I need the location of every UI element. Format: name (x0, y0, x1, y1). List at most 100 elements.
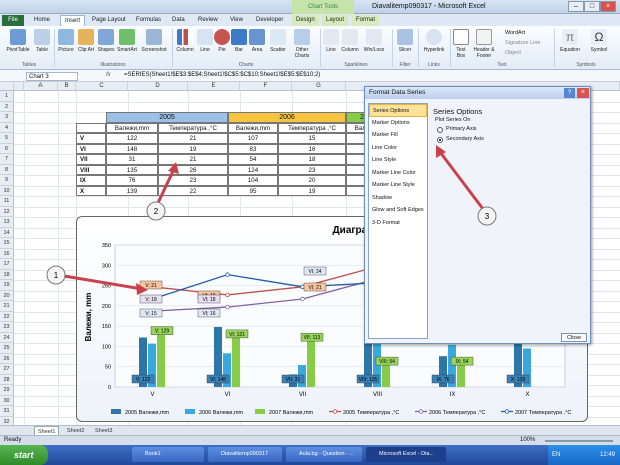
row-header[interactable]: 28 (0, 374, 14, 385)
row-header[interactable]: 10 (0, 185, 14, 196)
row-header[interactable]: 11 (0, 196, 14, 207)
table-cell[interactable]: 104 (228, 175, 278, 186)
table-cell[interactable]: 148 (106, 143, 158, 154)
tab-data[interactable]: Data (168, 15, 189, 26)
column-header-cell[interactable]: Температура ,°C (158, 122, 228, 133)
row-header[interactable]: 24 (0, 332, 14, 343)
row-header[interactable]: 1 (0, 91, 14, 102)
row-header[interactable]: 4 (0, 122, 14, 133)
dialog-category-item[interactable]: Marker Line Style (369, 179, 427, 192)
tab-review[interactable]: Review (194, 15, 222, 26)
row-header[interactable]: 31 (0, 406, 14, 417)
pivottable-button[interactable]: PivotTable (4, 29, 32, 53)
column-header[interactable]: C (76, 82, 128, 91)
dialog-category-item[interactable]: Marker Options (369, 117, 427, 130)
other-charts-button[interactable]: Other Charts (290, 29, 314, 59)
table-cell[interactable]: 31 (106, 154, 158, 165)
tab-developer[interactable]: Developer (252, 15, 287, 26)
maximize-button[interactable]: □ (584, 1, 600, 12)
shapes-button[interactable]: Shapes (96, 29, 116, 53)
sparkline-winloss-button[interactable]: Win/Loss (361, 29, 387, 53)
header-footer-button[interactable]: Header & Footer (471, 29, 497, 59)
dialog-category-item[interactable]: Shadow (369, 192, 427, 205)
table-cell[interactable]: 22 (158, 185, 228, 196)
table-cell[interactable]: 23 (158, 175, 228, 186)
table-cell[interactable]: 76 (106, 175, 158, 186)
object-button[interactable]: Object (505, 50, 521, 56)
signature-line-button[interactable]: Signature Line (505, 40, 540, 46)
column-header[interactable]: F (240, 82, 292, 91)
row-header[interactable]: 32 (0, 416, 14, 425)
column-header[interactable]: G (292, 82, 346, 91)
row-header[interactable]: 2 (0, 101, 14, 112)
tab-file[interactable]: File (2, 15, 24, 26)
symbol-button[interactable]: Ω Symbol (586, 29, 612, 53)
table-cell[interactable]: 19 (158, 143, 228, 154)
close-window-button[interactable]: × (600, 1, 616, 12)
month-cell[interactable]: X (76, 185, 106, 196)
fx-icon[interactable]: fx (106, 72, 111, 78)
pie-chart-button[interactable]: Pie (214, 29, 230, 53)
dialog-category-item[interactable]: Series Options (369, 104, 427, 117)
row-header[interactable]: 13 (0, 217, 14, 228)
table-cell[interactable]: 124 (228, 164, 278, 175)
table-cell[interactable]: 107 (228, 133, 278, 144)
row-header[interactable]: 21 (0, 301, 14, 312)
column-chart-button[interactable]: Column (174, 29, 196, 53)
dialog-category-item[interactable]: 3-D Format (369, 217, 427, 230)
row-header[interactable]: 7 (0, 154, 14, 165)
secondary-axis-radio[interactable] (437, 137, 443, 143)
table-cell[interactable]: 21 (158, 133, 228, 144)
table-cell[interactable]: 83 (228, 143, 278, 154)
equation-button[interactable]: π Equation (556, 29, 584, 53)
table-cell[interactable]: 135 (106, 164, 158, 175)
taskbar-item-browser[interactable]: Aula.bg - Question - ... (286, 447, 362, 462)
column-header-cell[interactable]: Валежи,mm (228, 122, 278, 133)
column-header[interactable]: D (128, 82, 188, 91)
row-header[interactable]: 6 (0, 143, 14, 154)
smartart-button[interactable]: SmartArt (116, 29, 138, 53)
month-cell[interactable]: VII (76, 154, 106, 165)
column-header[interactable]: E (188, 82, 240, 91)
row-header[interactable]: 17 (0, 259, 14, 270)
row-header[interactable]: 9 (0, 175, 14, 186)
month-cell[interactable]: V (76, 133, 106, 144)
dialog-category-item[interactable]: Line Color (369, 142, 427, 155)
row-header[interactable]: 15 (0, 238, 14, 249)
clip-art-button[interactable]: Clip Art (77, 29, 95, 53)
table-cell[interactable]: 122 (106, 133, 158, 144)
month-cell[interactable]: IX (76, 175, 106, 186)
language-indicator[interactable]: EN (552, 445, 560, 465)
row-header[interactable]: 16 (0, 248, 14, 259)
tab-home[interactable]: Home (30, 15, 54, 26)
hyperlink-button[interactable]: Hyperlink (421, 29, 447, 53)
screenshot-button[interactable]: Screenshot (139, 29, 169, 53)
row-header[interactable]: 26 (0, 353, 14, 364)
dialog-help-button[interactable]: ? (564, 88, 575, 98)
row-header[interactable]: 23 (0, 322, 14, 333)
table-cell[interactable]: 26 (158, 164, 228, 175)
table-cell[interactable]: 21 (158, 154, 228, 165)
sparkline-column-button[interactable]: Column (340, 29, 360, 53)
name-box[interactable]: Chart 3 (26, 72, 78, 81)
column-header-cell[interactable]: Валежи,mm (106, 122, 158, 133)
line-chart-button[interactable]: Line (197, 29, 213, 53)
table-cell[interactable]: 95 (228, 185, 278, 196)
taskbar-item-diavalitemp[interactable]: Diavalitemp090317 (208, 447, 282, 462)
taskbar-item-book1[interactable]: Book1 (132, 447, 204, 462)
table-cell[interactable]: 20 (278, 175, 346, 186)
table-cell[interactable]: 54 (228, 154, 278, 165)
text-box-button[interactable]: Text Box (452, 29, 470, 59)
tab-page-layout[interactable]: Page Layout (88, 15, 130, 26)
zoom-slider[interactable] (545, 440, 613, 442)
column-header-cell[interactable]: Температура ,°C (278, 122, 346, 133)
tab-design[interactable]: Design (292, 15, 319, 26)
dialog-category-item[interactable]: Marker Line Color (369, 167, 427, 180)
table-cell[interactable]: 15 (278, 133, 346, 144)
table-cell[interactable]: 16 (278, 143, 346, 154)
row-header[interactable]: 25 (0, 343, 14, 354)
column-header[interactable]: A (24, 82, 58, 91)
table-cell[interactable]: 19 (278, 185, 346, 196)
slicer-button[interactable]: Slicer (396, 29, 414, 53)
row-header[interactable]: 3 (0, 112, 14, 123)
